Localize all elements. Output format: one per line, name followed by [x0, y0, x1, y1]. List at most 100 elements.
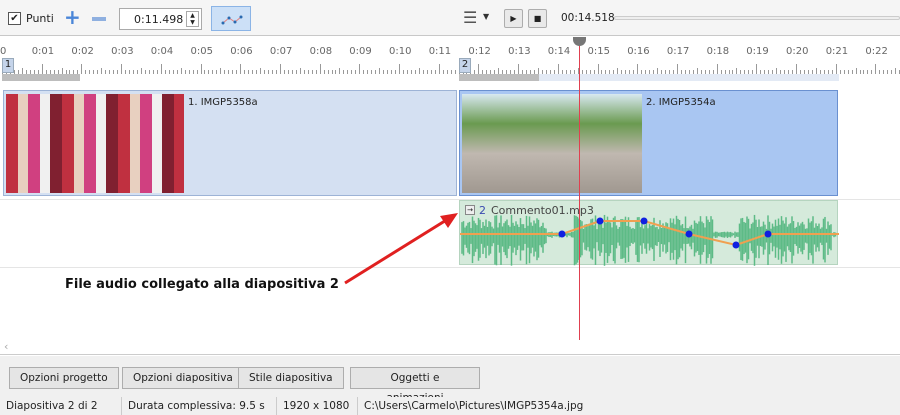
status-resolution: 1920 x 1080	[277, 397, 358, 415]
ruler-tick	[224, 70, 226, 74]
ruler-tick	[168, 70, 170, 74]
ruler-tick	[256, 70, 258, 74]
points-label: Punti	[26, 12, 54, 25]
time-value: 0:11.498	[134, 13, 184, 26]
slide-1[interactable]: 1. IMGP5358a	[3, 90, 457, 196]
ruler-tick	[279, 64, 281, 74]
ruler-tick	[859, 70, 861, 74]
ruler-tick	[375, 70, 377, 74]
ruler-tick	[597, 64, 599, 74]
add-point-icon[interactable]: +	[64, 5, 81, 29]
ruler-label: 0:07	[269, 46, 293, 57]
ruler-label: 0:01	[31, 46, 55, 57]
ruler-tick	[855, 68, 857, 74]
ruler-tick	[875, 64, 877, 74]
status-bar: Diapositiva 2 di 2 Durata complessiva: 9…	[0, 397, 900, 415]
chevron-down-icon[interactable]: ▼	[483, 12, 489, 21]
ruler-tick	[212, 70, 214, 74]
ruler-tick	[438, 64, 440, 74]
ruler-tick	[287, 70, 289, 74]
time-input[interactable]: 0:11.498 ▲ ▼	[119, 8, 202, 30]
ruler-tick	[410, 70, 412, 74]
ruler-tick	[275, 70, 277, 74]
ruler-tick	[267, 70, 269, 74]
ruler-tick	[105, 70, 107, 74]
ruler-tick	[303, 70, 305, 74]
envelope-point[interactable]	[764, 230, 772, 238]
slide-marker-2[interactable]: 2	[459, 58, 471, 73]
slide-options-button[interactable]: Opzioni diapositiva	[122, 367, 244, 389]
ruler-label: 0:21	[825, 46, 849, 57]
menu-icon[interactable]: ☰	[463, 8, 477, 27]
transition-bar-1	[2, 74, 80, 81]
ruler-tick	[343, 70, 345, 74]
audio-clip[interactable]: → 2 Commento01.mp3	[459, 200, 839, 266]
ruler-tick	[216, 70, 218, 74]
ruler-tick	[192, 70, 194, 74]
slide-2[interactable]: 2. IMGP5354a	[459, 90, 838, 196]
ruler-tick	[402, 70, 404, 74]
remove-point-icon[interactable]	[92, 17, 106, 21]
ruler-tick	[248, 70, 250, 74]
ruler-label: 0:19	[746, 46, 769, 57]
time-spinner[interactable]: ▲ ▼	[186, 11, 199, 27]
ruler-tick	[152, 70, 154, 74]
ruler-tick	[204, 70, 206, 74]
ruler-tick	[148, 70, 150, 74]
envelope-point[interactable]	[685, 230, 693, 238]
envelope-point[interactable]	[596, 217, 604, 225]
ruler-tick	[180, 68, 182, 74]
horizontal-scrollbar[interactable]: ‹	[0, 340, 900, 355]
ruler-tick	[839, 70, 841, 74]
ruler-tick	[196, 70, 198, 74]
ruler-tick	[371, 70, 373, 74]
ruler-tick	[101, 68, 103, 74]
ruler-label: 0:17	[666, 46, 690, 57]
ruler-tick	[172, 70, 174, 74]
ruler-tick	[176, 70, 178, 74]
slide-marker-1[interactable]: 1	[2, 58, 14, 73]
ruler-tick	[339, 68, 341, 74]
ruler-tick	[557, 64, 559, 74]
ruler-tick	[236, 70, 238, 74]
ruler-tick	[264, 70, 266, 74]
ruler-tick	[117, 70, 119, 74]
ruler-tick	[843, 70, 845, 74]
envelope-point[interactable]	[558, 230, 566, 238]
ruler-tick	[835, 64, 837, 74]
points-checkbox[interactable]: ✔	[8, 12, 21, 25]
timeline-ruler[interactable]: 0 0:01 0:02 0:03 0:04 0:05 0:06 0:07 0:08 0:09 0:1…	[0, 37, 900, 77]
objects-animations-button[interactable]: Oggetti e animazioni	[350, 367, 480, 404]
ruler-tick	[454, 70, 456, 74]
ruler-label: 0:16	[627, 46, 650, 57]
envelope-point[interactable]	[640, 217, 648, 225]
annotation-arrow-icon	[344, 213, 458, 285]
envelope-mode-button[interactable]	[211, 6, 251, 31]
ruler-label: 0:18	[706, 46, 730, 57]
ruler-tick	[478, 64, 480, 74]
slide-style-button[interactable]: Stile diapositiva	[238, 367, 344, 389]
scroll-left-icon[interactable]: ‹	[4, 340, 8, 353]
envelope-point[interactable]	[732, 241, 740, 249]
audio-number: 2	[479, 204, 486, 217]
ruler-tick	[863, 70, 865, 74]
slide-2-caption: 2. IMGP5354a	[646, 97, 716, 108]
ruler-tick	[879, 70, 881, 74]
ruler-tick	[160, 64, 162, 74]
slide-duration-bar	[539, 74, 839, 81]
ruler-tick	[891, 70, 893, 74]
playback-slider[interactable]	[614, 16, 900, 20]
ruler-tick	[335, 70, 337, 74]
play-button[interactable]: ▶	[504, 9, 523, 28]
slide-2-thumbnail	[462, 94, 642, 193]
stop-button[interactable]: ■	[528, 9, 547, 28]
ruler-label: 0:09	[349, 46, 372, 57]
ruler-label: 0	[0, 46, 7, 57]
ruler-tick	[93, 70, 95, 74]
ruler-tick	[89, 70, 91, 74]
playhead-line[interactable]	[579, 40, 580, 340]
envelope-icon	[221, 15, 243, 25]
project-options-button[interactable]: Opzioni progetto	[9, 367, 119, 389]
ruler-tick	[363, 70, 365, 74]
ruler-tick	[200, 64, 202, 74]
